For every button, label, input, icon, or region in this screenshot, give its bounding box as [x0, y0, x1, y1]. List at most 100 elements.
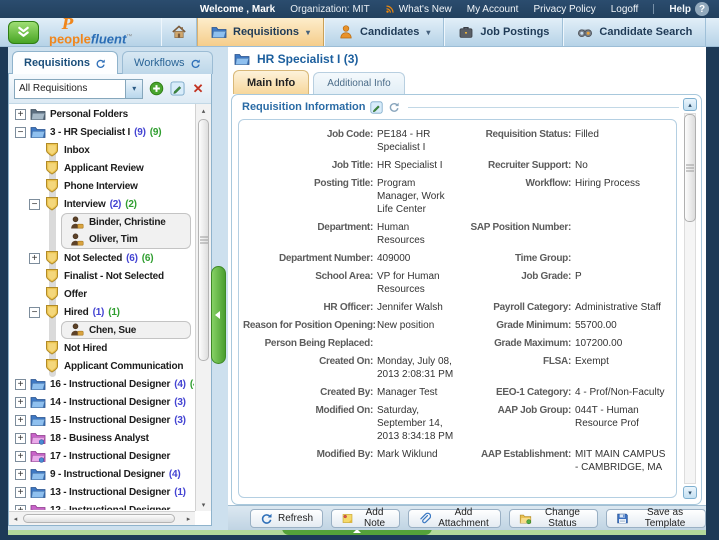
sidebar-collapse-handle[interactable]: [211, 266, 226, 364]
refresh-icon: [260, 512, 273, 525]
add-folder-button[interactable]: [148, 81, 164, 97]
refresh-button[interactable]: Refresh: [250, 509, 323, 528]
topbar-link-my-account[interactable]: My Account: [467, 4, 519, 15]
tree-item-personal-folders[interactable]: + Personal Folders: [15, 105, 194, 123]
topbar-link-what-s-new[interactable]: What's New: [385, 4, 452, 15]
field-value: MIT MAIN CAMPUS - CAMBRIDGE, MA: [575, 448, 669, 474]
tree-item-15-instructional-designer[interactable]: + 15 - Instructional Designer (3): [15, 411, 194, 429]
tree-item-chen-sue[interactable]: Chen, Sue: [61, 321, 191, 339]
field-value: [575, 221, 669, 247]
tree-item-label: 3 - HR Specialist I: [50, 127, 130, 138]
expand-toggle-icon[interactable]: +: [15, 469, 26, 480]
expand-toggle-icon[interactable]: −: [29, 199, 40, 210]
tree-item-3-hr-specialist-i[interactable]: − 3 - HR Specialist I (9) (9): [15, 123, 194, 141]
home-tab[interactable]: [161, 18, 197, 46]
tree-item-13-instructional-designer[interactable]: + 13 - Instructional Designer (1): [15, 483, 194, 501]
refresh-icon[interactable]: [190, 58, 201, 69]
tab-additional-info[interactable]: Additional Info: [313, 72, 404, 94]
toolbar-button-label: Add Attachment: [436, 507, 491, 529]
field-label: School Area:: [243, 270, 373, 296]
field-value: Monday, July 08, 2013 2:08:31 PM: [377, 355, 455, 381]
scrollbar-thumb[interactable]: [684, 114, 696, 222]
tab-main-info[interactable]: Main Info: [233, 70, 309, 94]
tree-item-16-instructional-designer[interactable]: + 16 - Instructional Designer (4) (4): [15, 375, 194, 393]
expand-toggle-icon[interactable]: +: [15, 109, 26, 120]
field-label: Department:: [243, 221, 373, 247]
scroll-right-button[interactable]: [182, 512, 195, 525]
tree-item-applicant-communication[interactable]: Applicant Communication: [29, 357, 194, 375]
tree-item-label: Offer: [64, 289, 87, 300]
tree-item-phone-interview[interactable]: Phone Interview: [29, 177, 194, 195]
tree-item-applicant-review[interactable]: Applicant Review: [29, 159, 194, 177]
tree-item-offer[interactable]: Offer: [29, 285, 194, 303]
refresh-icon[interactable]: [95, 58, 106, 69]
expand-toggle-icon[interactable]: +: [15, 451, 26, 462]
save-as-template-button[interactable]: Save as Template: [606, 509, 706, 528]
tree-item-9-instructional-designer[interactable]: + 9 - Instructional Designer (4): [15, 465, 194, 483]
sidebar-vertical-scrollbar[interactable]: [195, 104, 211, 511]
tree-item-label: Binder, Christine: [89, 217, 166, 228]
tree-item-label: 15 - Instructional Designer: [50, 415, 170, 426]
tab-candidates[interactable]: Candidates: [324, 18, 444, 46]
sidebar-tab-label: Requisitions: [24, 57, 90, 69]
tree-item-oliver-tim[interactable]: Oliver, Tim: [61, 231, 191, 249]
expand-toggle-icon[interactable]: +: [15, 397, 26, 408]
topbar-link-privacy-policy[interactable]: Privacy Policy: [533, 4, 595, 15]
topbar-link-logoff[interactable]: Logoff: [611, 4, 639, 15]
add-attachment-button[interactable]: Add Attachment: [408, 509, 501, 528]
tree-item-17-instructional-designer[interactable]: + 17 - Instructional Designer: [15, 447, 194, 465]
peoplefluent-logo: P peoplefluent™: [49, 18, 149, 46]
expand-toggle-icon[interactable]: +: [15, 433, 26, 444]
tab-requisitions[interactable]: Requisitions: [197, 18, 324, 46]
topbar-link-help[interactable]: Help ?: [669, 2, 709, 16]
expand-toggle-icon[interactable]: +: [29, 253, 40, 264]
field-row-department-number: Department Number: 409000 Time Group:: [239, 247, 676, 265]
logo-trademark: ™: [126, 34, 132, 40]
select-dropdown-button[interactable]: [125, 80, 142, 98]
field-row-created-by: Created By: Manager Test EEO-1 Category:…: [239, 381, 676, 399]
tree-item-not-selected[interactable]: + Not Selected (6) (6): [29, 249, 194, 267]
edit-section-icon[interactable]: [370, 101, 383, 114]
scrollbar-thumb[interactable]: [198, 119, 209, 361]
count-blue: (4): [169, 469, 181, 480]
expand-toggle-icon[interactable]: +: [15, 379, 26, 390]
tree-item-not-hired[interactable]: Not Hired: [29, 339, 194, 357]
main-vertical-scrollbar[interactable]: [683, 98, 698, 499]
tree-item-hired[interactable]: − Hired (1) (1): [29, 303, 194, 321]
tab-job-postings[interactable]: Job Postings: [444, 18, 563, 46]
tree-item-finalist-not-selected[interactable]: Finalist - Not Selected: [29, 267, 194, 285]
tree-item-18-business-analyst[interactable]: + 18 - Business Analyst: [15, 429, 194, 447]
tree-item-12-instructional-designer[interactable]: + 12 - Instructional Designer: [15, 501, 194, 510]
expand-toggle-icon[interactable]: −: [29, 307, 40, 318]
briefcase-icon: [458, 24, 474, 40]
scroll-down-button[interactable]: [196, 498, 211, 511]
refresh-section-icon[interactable]: [388, 101, 400, 113]
scroll-up-button[interactable]: [683, 98, 697, 111]
tab-candidate-search[interactable]: Candidate Search: [563, 18, 706, 46]
scroll-up-button[interactable]: [196, 104, 211, 117]
scrollbar-thumb[interactable]: [23, 514, 175, 523]
change-status-button[interactable]: Change Status: [509, 509, 598, 528]
nav-tab-label: Requisitions: [233, 26, 299, 38]
toolbar-button-label: Change Status: [537, 507, 588, 529]
delete-folder-button[interactable]: [190, 81, 206, 97]
tree-item-label: Inbox: [64, 145, 90, 156]
tree-item-inbox[interactable]: Inbox: [29, 141, 194, 159]
edit-folder-button[interactable]: [169, 81, 185, 97]
sidebar-horizontal-scrollbar[interactable]: [9, 511, 195, 525]
tree-item-binder-christine[interactable]: Binder, Christine: [61, 213, 191, 231]
expand-toggle-icon[interactable]: +: [15, 415, 26, 426]
requisition-filter-select[interactable]: All Requisitions: [14, 79, 143, 99]
tree-item-14-instructional-designer[interactable]: + 14 - Instructional Designer (3): [15, 393, 194, 411]
expand-toggle-icon[interactable]: +: [15, 505, 26, 511]
quick-launch-button[interactable]: [8, 21, 39, 44]
sidebar-tab-label: Workflows: [134, 57, 185, 69]
expand-toggle-icon[interactable]: −: [15, 127, 26, 138]
scroll-left-button[interactable]: [9, 512, 22, 525]
sidebar-tab-workflows[interactable]: Workflows: [122, 51, 213, 74]
add-note-button[interactable]: Add Note: [331, 509, 400, 528]
expand-toggle-icon[interactable]: +: [15, 487, 26, 498]
tree-item-interview[interactable]: − Interview (2) (2): [29, 195, 194, 213]
sidebar-tab-requisitions[interactable]: Requisitions: [12, 51, 118, 74]
scroll-down-button[interactable]: [683, 486, 697, 499]
